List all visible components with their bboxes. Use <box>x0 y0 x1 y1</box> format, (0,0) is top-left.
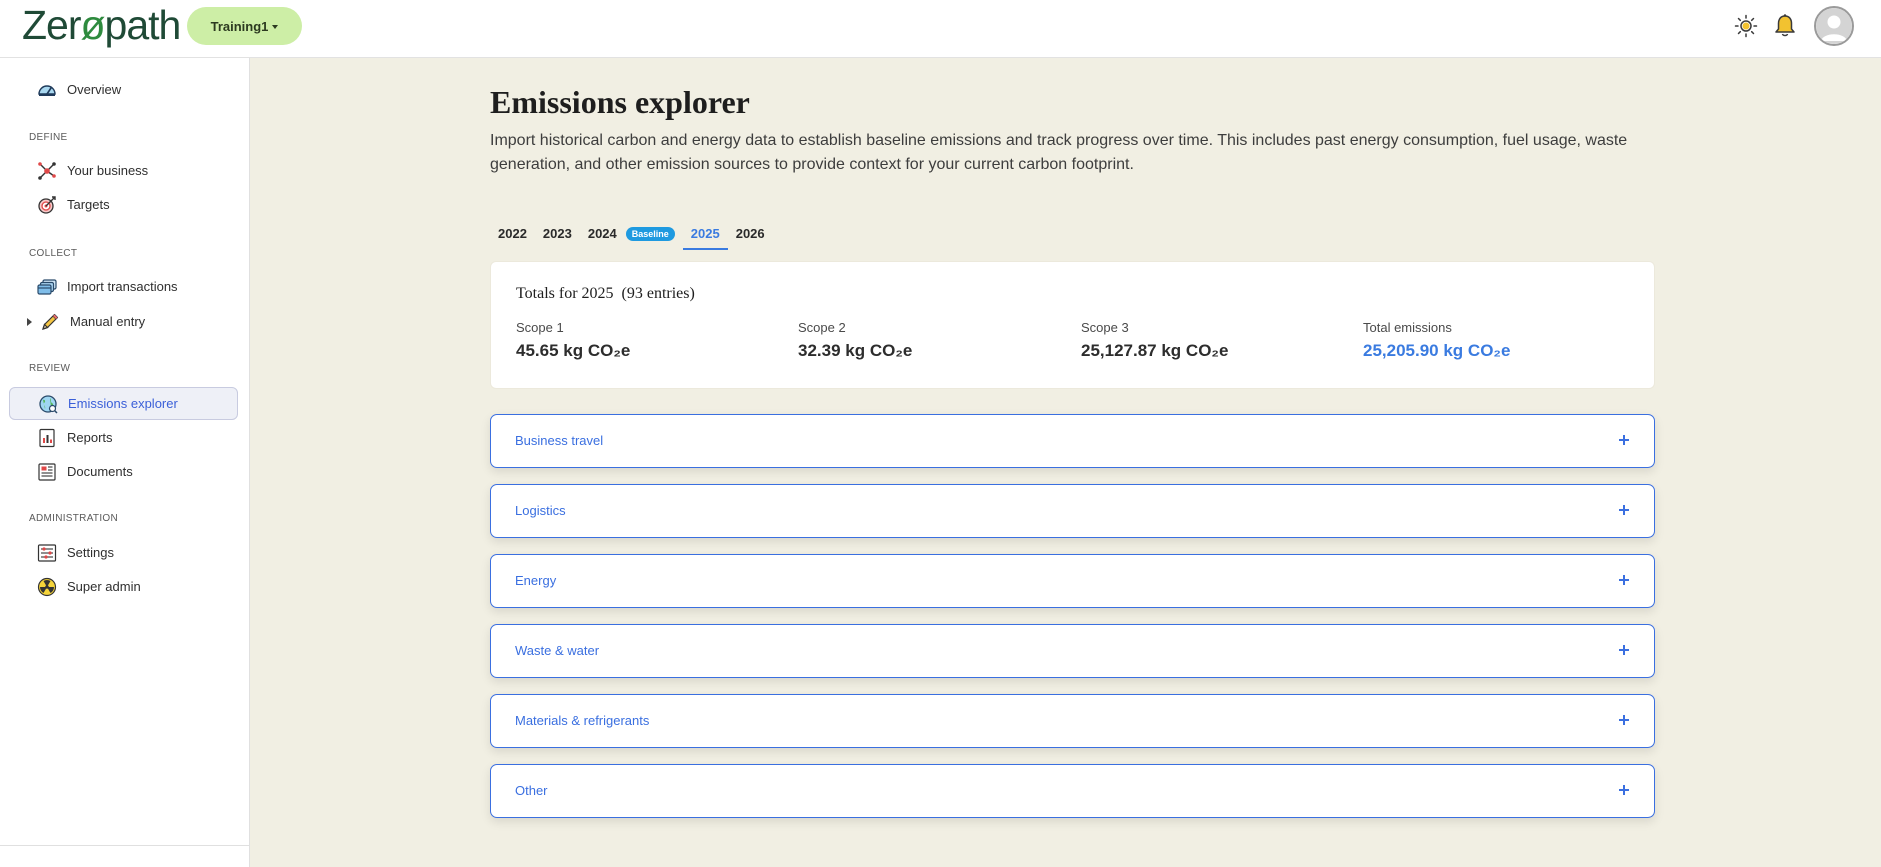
target-icon <box>37 195 57 215</box>
plus-icon[interactable] <box>1614 570 1634 590</box>
sidebar-item-overview[interactable]: Overview <box>9 73 238 106</box>
sidebar-item-reports[interactable]: Reports <box>9 421 238 454</box>
accordion-logistics[interactable]: Logistics <box>490 484 1655 538</box>
sidebar-item-label: Import transactions <box>67 279 178 294</box>
total-emissions-value: 25,205.90 kg CO₂e <box>1363 341 1511 360</box>
accordion-waste-water[interactable]: Waste & water <box>490 624 1655 678</box>
tab-2024[interactable]: 2024 Baseline <box>580 222 683 248</box>
sidebar-item-your-business[interactable]: Your business <box>9 154 238 187</box>
sidebar-item-label: Settings <box>67 545 114 560</box>
plus-icon[interactable] <box>1614 780 1634 800</box>
top-header: Zerøpath Training1 <box>0 0 1881 58</box>
user-avatar-icon <box>1816 8 1852 44</box>
scope1-stat: Scope 1 45.65 kg CO₂e <box>516 320 630 361</box>
scope3-stat: Scope 3 25,127.87 kg CO₂e <box>1081 320 1228 361</box>
sidebar-item-label: Targets <box>67 197 110 212</box>
tab-2022[interactable]: 2022 <box>490 222 535 248</box>
year-tabs: 2022 2023 2024 Baseline 2025 2026 <box>490 222 773 252</box>
plus-icon[interactable] <box>1614 640 1634 660</box>
plus-icon[interactable] <box>1614 500 1634 520</box>
user-avatar[interactable] <box>1814 6 1854 46</box>
sidebar-item-label: Emissions explorer <box>68 396 178 411</box>
accordion-label: Materials & refrigerants <box>515 713 650 728</box>
tab-2023[interactable]: 2023 <box>535 222 580 248</box>
plus-icon[interactable] <box>1614 430 1634 450</box>
report-chart-icon <box>37 428 57 448</box>
gauge-icon <box>37 80 57 100</box>
tab-label: 2022 <box>498 226 527 241</box>
network-icon <box>37 161 57 181</box>
scope3-value: 25,127.87 kg CO₂e <box>1081 341 1229 360</box>
accordion-label: Energy <box>515 573 557 588</box>
scope1-label: Scope 1 <box>516 320 564 335</box>
scope2-label: Scope 2 <box>798 320 846 335</box>
sidebar-item-label: Super admin <box>67 579 141 594</box>
expand-arrow-icon[interactable] <box>27 317 32 326</box>
scope3-label: Scope 3 <box>1081 320 1129 335</box>
section-label-review: REVIEW <box>29 363 71 374</box>
tab-label: 2026 <box>735 226 765 241</box>
baseline-badge: Baseline <box>625 226 675 241</box>
sun-icon[interactable] <box>1732 12 1760 40</box>
sidebar: Overview DEFINE Your business Targets CO… <box>0 58 250 867</box>
bell-icon[interactable] <box>1771 12 1799 40</box>
accordion-label: Business travel <box>515 433 604 448</box>
zeropath-logo[interactable]: Zerøpath <box>22 2 182 49</box>
sidebar-item-label: Overview <box>67 82 122 97</box>
organization-switcher-button[interactable]: Training1 <box>187 7 302 45</box>
logo-text-suffix: path <box>104 2 182 48</box>
accordion-label: Waste & water <box>515 643 600 658</box>
tab-label: 2025 <box>690 226 720 241</box>
sidebar-item-label: Manual entry <box>70 314 146 329</box>
totals-card: Totals for 2025 (93 entries) Scope 1 45.… <box>490 261 1655 389</box>
caret-down-icon <box>272 24 279 29</box>
sidebar-item-manual-entry[interactable]: Manual entry <box>9 305 238 338</box>
section-label-define: DEFINE <box>29 132 68 143</box>
accordion-label: Other <box>515 783 548 798</box>
section-label-collect: COLLECT <box>29 248 78 259</box>
tab-2025[interactable]: 2025 <box>682 222 728 250</box>
accordion-other[interactable]: Other <box>490 764 1655 818</box>
sidebar-item-targets[interactable]: Targets <box>9 188 238 221</box>
accordion-materials-refrigerants[interactable]: Materials & refrigerants <box>490 694 1655 748</box>
accordion-energy[interactable]: Energy <box>490 554 1655 608</box>
sidebar-divider <box>0 845 250 846</box>
globe-icon <box>38 394 58 414</box>
sidebar-item-label: Reports <box>67 430 113 445</box>
sidebar-item-super-admin[interactable]: Super admin <box>9 570 238 603</box>
document-icon <box>37 462 57 482</box>
scope2-value: 32.39 kg CO₂e <box>798 341 913 360</box>
sidebar-item-documents[interactable]: Documents <box>9 455 238 488</box>
tab-label: 2023 <box>542 226 572 241</box>
total-emissions-stat: Total emissions 25,205.90 kg CO₂e <box>1363 320 1510 361</box>
tab-label: 2024 <box>587 226 617 241</box>
organization-name: Training1 <box>210 18 269 34</box>
cards-stack-icon <box>37 277 57 297</box>
scope1-value: 45.65 kg CO₂e <box>516 341 631 360</box>
sidebar-item-settings[interactable]: Settings <box>9 536 238 569</box>
scope2-stat: Scope 2 32.39 kg CO₂e <box>798 320 912 361</box>
total-emissions-label: Total emissions <box>1363 320 1452 335</box>
section-label-administration: ADMINISTRATION <box>29 513 119 524</box>
plus-icon[interactable] <box>1614 710 1634 730</box>
logo-text-prefix: Zer <box>22 2 81 48</box>
tab-2026[interactable]: 2026 <box>728 222 773 248</box>
sidebar-item-label: Your business <box>67 163 149 178</box>
page-description: Import historical carbon and energy data… <box>490 132 1628 173</box>
page-title: Emissions explorer <box>490 84 750 120</box>
accordion-label: Logistics <box>515 503 566 518</box>
totals-title: Totals for 2025 (93 entries) <box>516 285 695 302</box>
radiation-icon <box>37 577 57 597</box>
logo-text-o: ø <box>80 2 106 48</box>
sidebar-item-label: Documents <box>67 464 133 479</box>
sidebar-item-emissions-explorer[interactable]: Emissions explorer <box>9 387 238 420</box>
accordion-business-travel[interactable]: Business travel <box>490 414 1655 468</box>
pencil-icon <box>40 312 60 332</box>
sidebar-item-import-transactions[interactable]: Import transactions <box>9 270 238 303</box>
sliders-icon <box>37 543 57 563</box>
